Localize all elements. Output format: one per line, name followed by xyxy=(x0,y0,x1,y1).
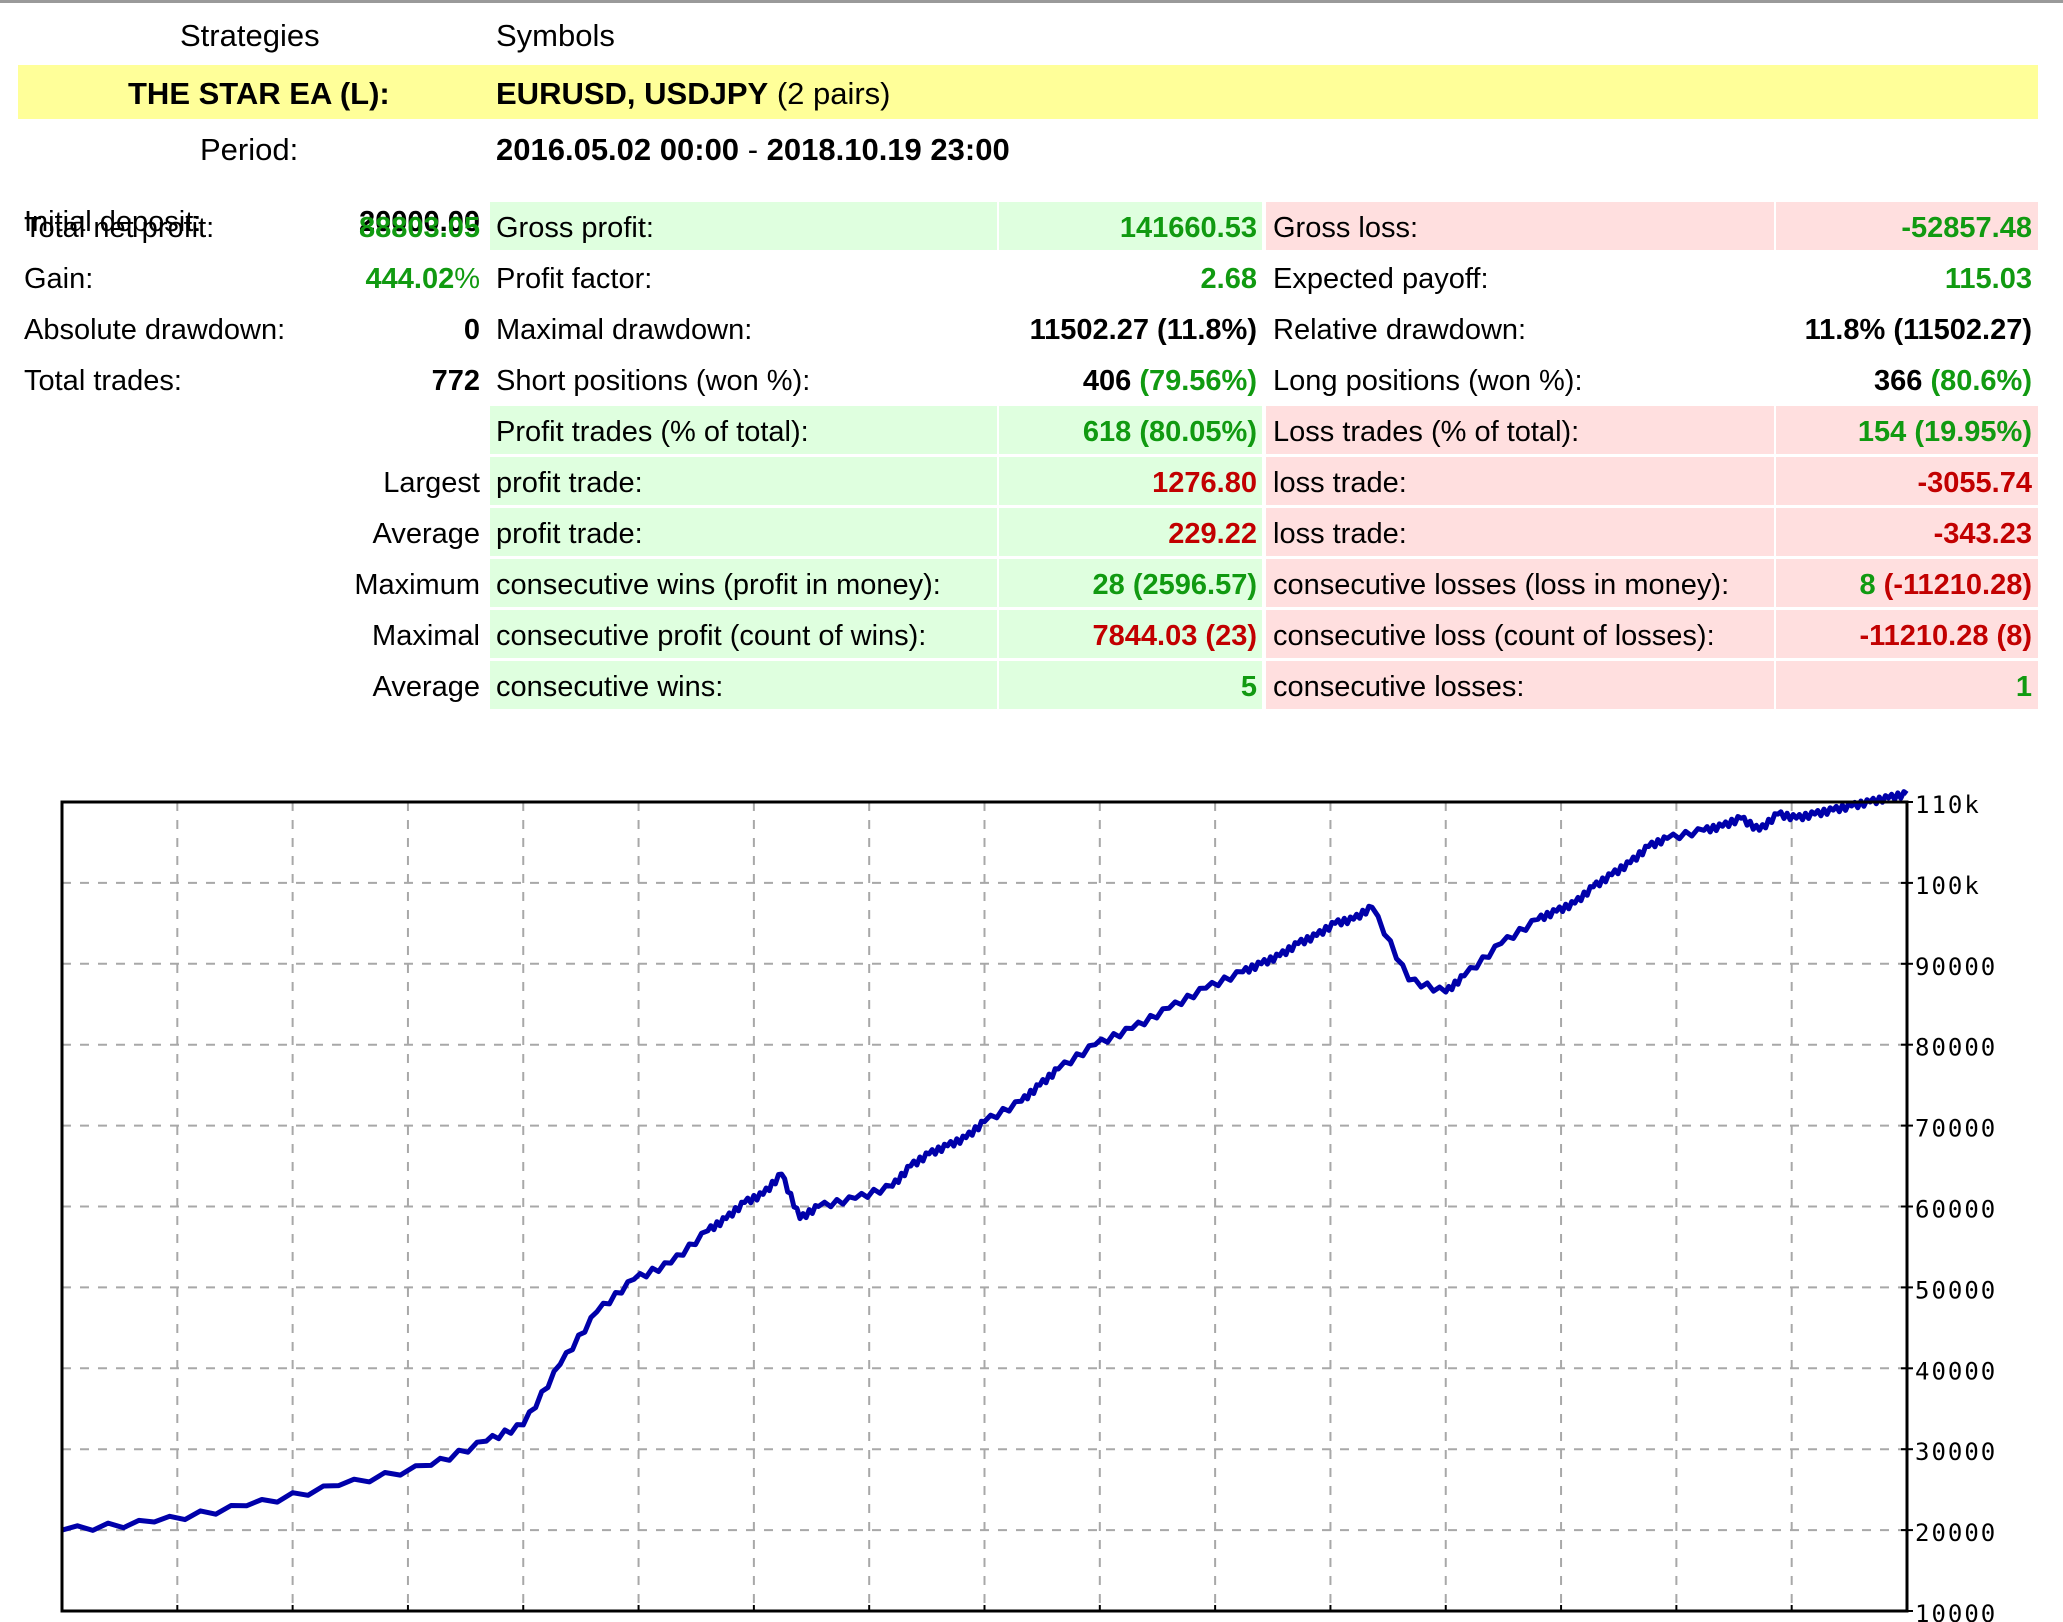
chart-y-axis: 110k 100k 90000 80000 70000 60000 50000 40000 30… xyxy=(1901,791,1997,1622)
y-tick-label: 20000 xyxy=(1915,1519,1997,1547)
y-tick-label: 10000 xyxy=(1915,1600,1997,1622)
y-tick-label: 60000 xyxy=(1915,1196,1997,1224)
y-tick-label: 30000 xyxy=(1915,1438,1997,1466)
y-tick-label: 100k xyxy=(1915,872,1981,900)
equity-chart: 110k 100k 90000 80000 70000 60000 50000 40000 30… xyxy=(60,789,1997,1622)
y-tick-label: 70000 xyxy=(1915,1115,1997,1143)
y-tick-label: 50000 xyxy=(1915,1276,1997,1304)
y-tick-label: 110k xyxy=(1915,791,1981,819)
y-tick-label: 80000 xyxy=(1915,1034,1997,1062)
chart-grid xyxy=(62,802,1907,1611)
y-tick-label: 90000 xyxy=(1915,953,1997,981)
y-tick-label: 40000 xyxy=(1915,1357,1997,1385)
